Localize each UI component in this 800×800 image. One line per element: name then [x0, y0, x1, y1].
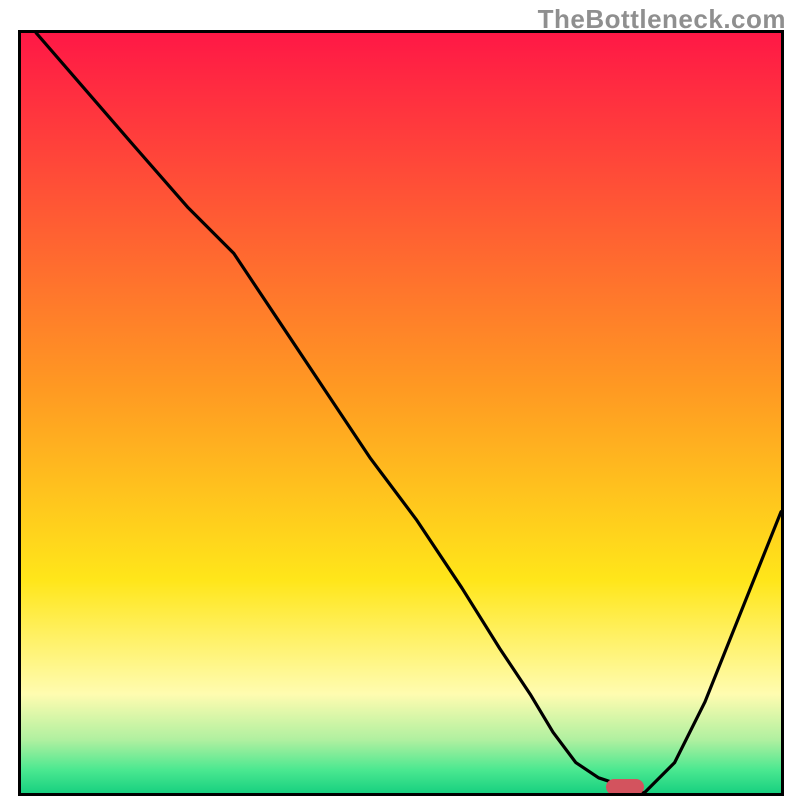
- flat-bottom-marker: [606, 779, 644, 793]
- plot-inner: [21, 33, 781, 793]
- bottleneck-curve: [36, 33, 781, 793]
- curve-layer: [21, 33, 781, 793]
- chart-frame: TheBottleneck.com: [0, 0, 800, 800]
- plot-box: [18, 30, 784, 796]
